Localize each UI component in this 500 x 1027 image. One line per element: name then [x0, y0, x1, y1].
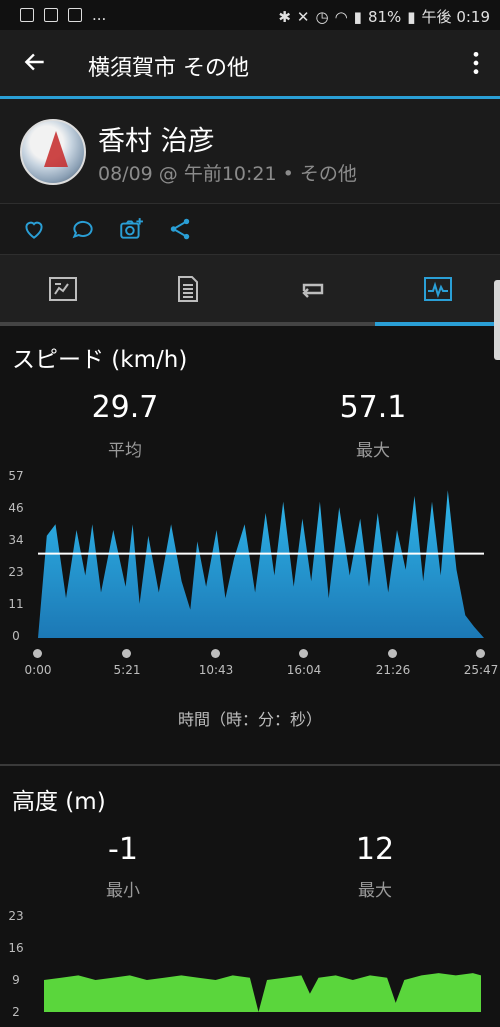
speed-y-tick: 57	[8, 469, 24, 483]
back-arrow-icon[interactable]	[22, 49, 48, 75]
user-name[interactable]: 香村 治彦	[98, 119, 215, 158]
speed-y-tick: 0	[12, 629, 20, 643]
speed-average-value: 29.7	[91, 390, 159, 425]
status-bar: ... ✱ ✕ ◷ ◠ ▮ 81% ▮ 午後 0:19	[0, 0, 500, 30]
gallery-notification-icon	[20, 8, 34, 22]
section-divider	[0, 764, 500, 766]
x-tick-dot	[476, 649, 485, 658]
speed-x-tick: 21:26	[375, 663, 411, 677]
details-document-icon	[177, 276, 198, 302]
app-bar: 横須賀市 その他	[0, 30, 500, 96]
battery-percent: 81%	[367, 7, 402, 26]
speed-y-tick: 11	[8, 597, 24, 611]
elevation-min-label: 最小	[106, 881, 140, 901]
share-icon[interactable]	[167, 216, 193, 242]
speed-y-tick: 23	[8, 565, 24, 579]
activity-header: 香村 治彦 08/09 @ 午前10:21 • その他	[0, 99, 500, 203]
x-tick-dot	[299, 649, 308, 658]
x-tick-dot	[211, 649, 220, 658]
laps-repeat-icon	[301, 283, 323, 298]
comment-icon[interactable]	[70, 216, 96, 242]
bluetooth-icon: ✱	[278, 7, 291, 26]
speed-max-value: 57.1	[339, 390, 407, 425]
page-title: 横須賀市 その他	[88, 56, 249, 81]
speed-chart[interactable]	[38, 476, 484, 638]
speed-x-tick: 5:21	[113, 663, 141, 677]
tab-details[interactable]	[125, 255, 250, 323]
elevation-series-area	[44, 973, 481, 1012]
app-notification-icon	[68, 8, 82, 22]
like-heart-icon[interactable]	[21, 216, 47, 242]
tab-bar	[0, 255, 500, 323]
speed-section-title: スピード (km/h)	[12, 347, 188, 373]
speed-x-tick: 10:43	[198, 663, 234, 677]
speed-series-area	[38, 490, 484, 638]
message-notification-icon	[44, 8, 58, 22]
active-tab-indicator	[375, 322, 495, 326]
add-photo-icon[interactable]	[118, 216, 144, 242]
elevation-chart[interactable]	[44, 916, 481, 1027]
elevation-y-tick: 23	[8, 909, 24, 923]
charts-graph-icon	[423, 277, 452, 301]
tab-charts[interactable]	[375, 255, 500, 323]
mute-icon: ✕	[296, 7, 310, 26]
elevation-y-tick: 9	[12, 973, 20, 987]
tab-laps[interactable]	[250, 255, 375, 323]
alarm-icon: ◷	[315, 7, 329, 26]
speed-max-label: 最大	[356, 441, 390, 461]
speed-x-axis-title: 時間（時：分：秒）	[177, 710, 322, 729]
elevation-min-value: -1	[108, 832, 138, 867]
speed-average-label: 平均	[108, 441, 142, 461]
speed-y-tick: 34	[8, 533, 24, 547]
speed-x-tick: 25:47	[463, 663, 499, 677]
elevation-max-value: 12	[355, 832, 395, 867]
clock: 午後 0:19	[421, 8, 490, 26]
summary-overview-icon	[48, 277, 77, 301]
action-bar	[0, 204, 500, 254]
elevation-y-tick: 2	[12, 1005, 20, 1019]
tab-summary[interactable]	[0, 255, 125, 323]
x-tick-dot	[33, 649, 42, 658]
x-tick-dot	[122, 649, 131, 658]
speed-x-tick: 0:00	[24, 663, 52, 677]
wifi-icon: ◠	[334, 7, 348, 26]
battery-icon: ▮	[407, 7, 416, 26]
speed-y-tick: 46	[8, 501, 24, 515]
avatar[interactable]	[20, 119, 86, 185]
speed-x-tick: 16:04	[286, 663, 322, 677]
elevation-max-label: 最大	[358, 881, 392, 901]
more-notifications: ...	[92, 6, 107, 24]
overflow-menu-icon[interactable]	[470, 50, 482, 76]
activity-meta: 08/09 @ 午前10:21 • その他	[98, 163, 357, 185]
x-tick-dot	[388, 649, 397, 658]
signal-icon: ▮	[353, 7, 362, 26]
elevation-y-tick: 16	[8, 941, 24, 955]
scroll-indicator[interactable]	[494, 280, 500, 360]
elevation-section-title: 高度 (m)	[12, 789, 106, 815]
